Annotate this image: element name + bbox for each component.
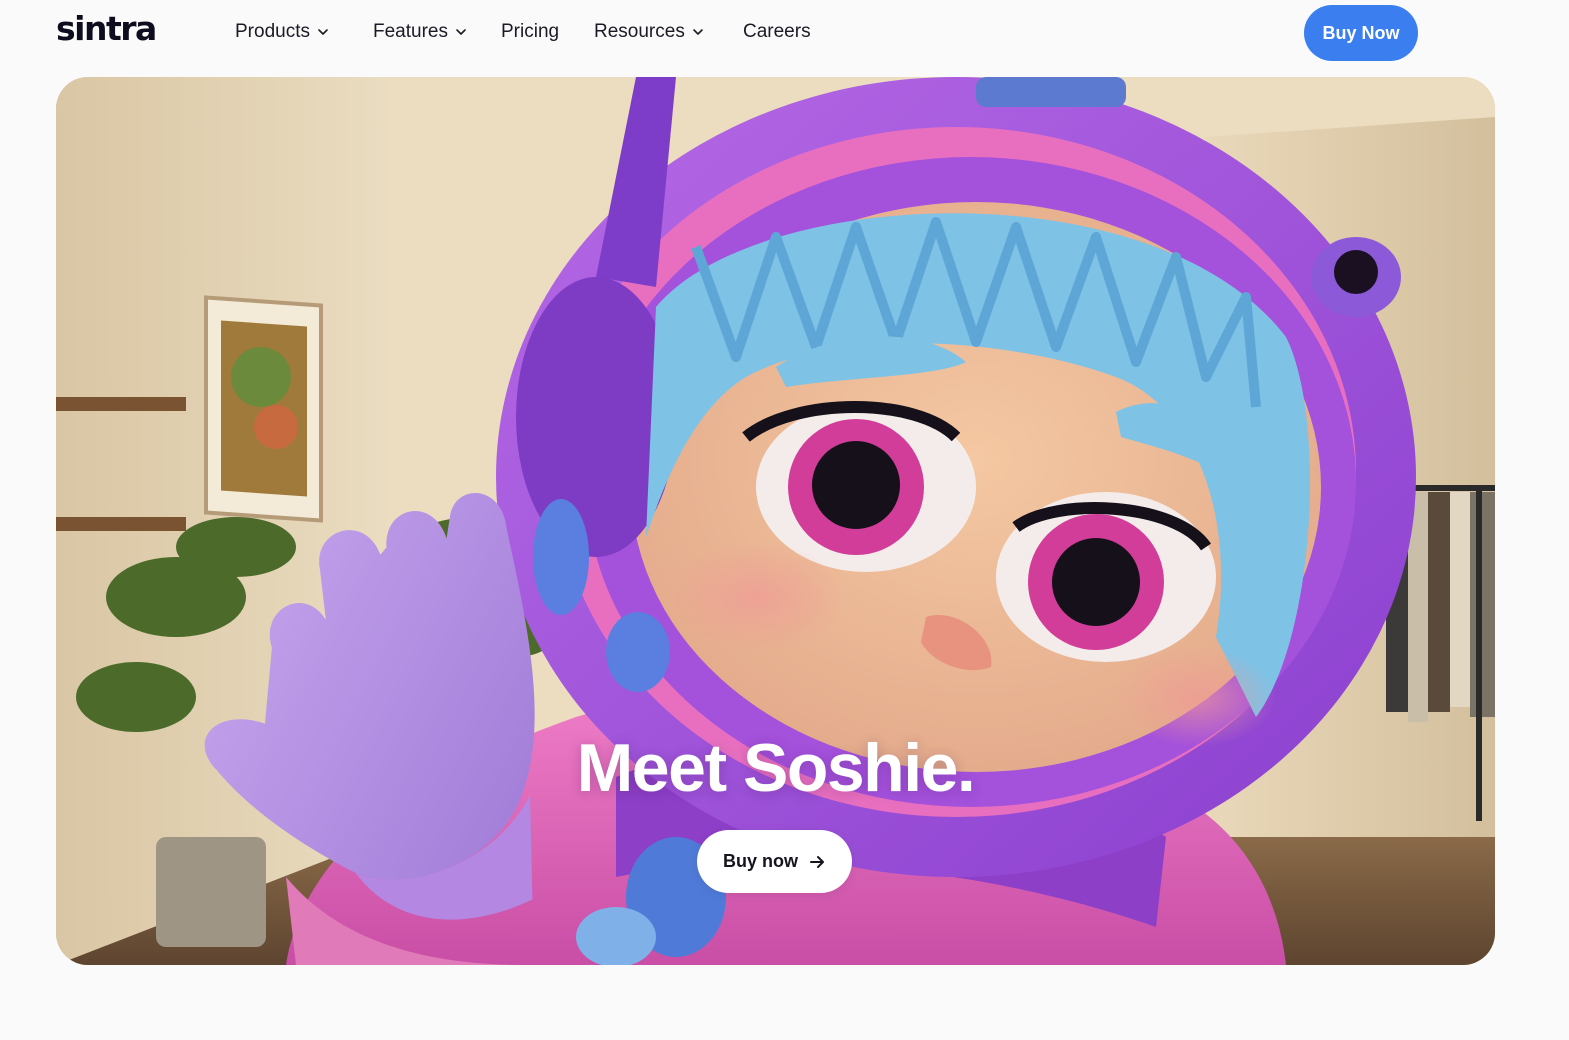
hero-title: Meet Soshie. (576, 730, 976, 806)
nav-features[interactable]: Features (373, 20, 468, 44)
nav-products-label: Products (235, 21, 310, 42)
nav-pricing[interactable]: Pricing (501, 20, 559, 44)
hero-buy-now-label: Buy now (723, 851, 798, 871)
buy-now-nav-button[interactable]: Buy Now (1304, 5, 1418, 61)
chevron-down-icon (316, 25, 330, 39)
nav-resources[interactable]: Resources (594, 20, 705, 44)
nav-pricing-label: Pricing (501, 21, 560, 42)
page: sintra Products Features Pricing Resourc… (0, 0, 1569, 1040)
nav-products[interactable]: Products (235, 20, 330, 44)
top-nav: sintra Products Features Pricing Resourc… (0, 0, 1569, 66)
nav-resources-label: Resources (594, 21, 685, 42)
sintra-logo[interactable]: sintra (56, 11, 157, 47)
chevron-down-icon (454, 25, 468, 39)
hero-banner: Meet Soshie. Buy now (56, 77, 1495, 965)
chevron-down-icon (691, 25, 705, 39)
nav-features-label: Features (373, 21, 448, 42)
arrow-right-icon (808, 853, 826, 871)
nav-careers-label: Careers (743, 21, 811, 42)
nav-careers[interactable]: Careers (743, 20, 811, 44)
hero-buy-now-button[interactable]: Buy now (697, 830, 852, 893)
